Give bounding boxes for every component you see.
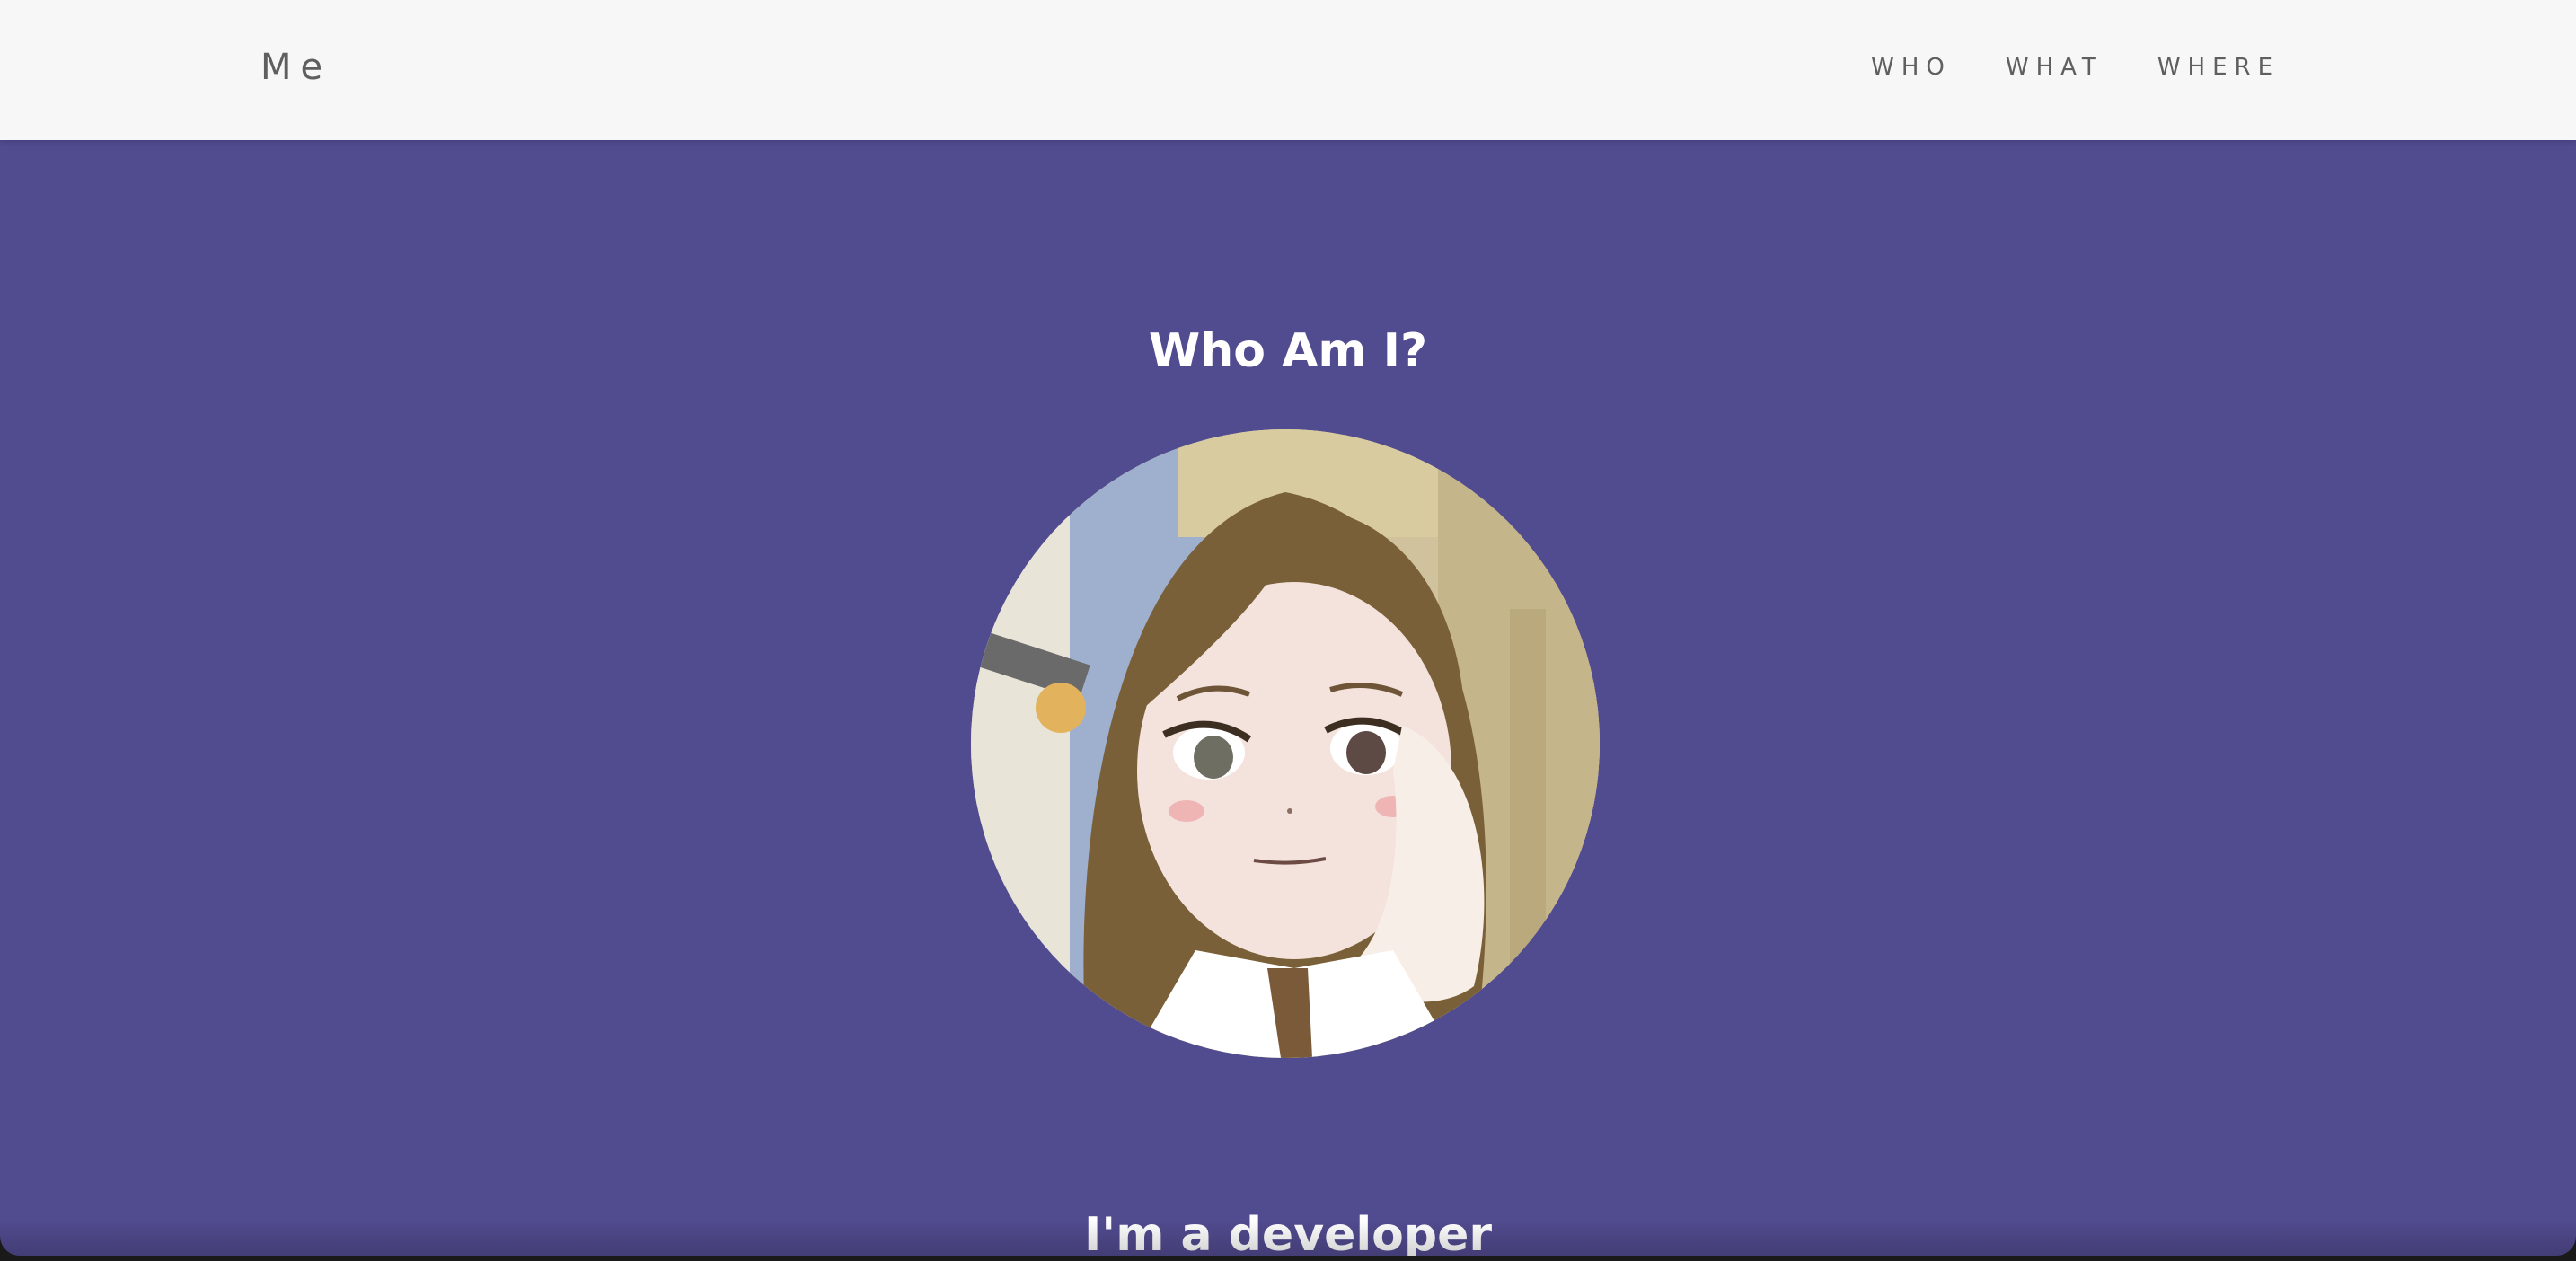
page: Me WHO WHAT WHERE Who Am I? xyxy=(0,0,2576,1256)
nav-link-where[interactable]: WHERE xyxy=(2157,54,2280,81)
nav-links: WHO WHAT WHERE xyxy=(1817,54,2280,81)
page-title: Who Am I? xyxy=(1148,323,1428,378)
brand-link[interactable]: Me xyxy=(260,47,331,88)
bottom-shade xyxy=(0,1220,2576,1256)
navbar: Me WHO WHAT WHERE xyxy=(0,0,2576,140)
anime-girl-portrait-icon xyxy=(971,429,1600,1058)
nav-link-what[interactable]: WHAT xyxy=(2006,54,2104,81)
avatar xyxy=(971,429,1600,1058)
nav-link-who[interactable]: WHO xyxy=(1871,54,1952,81)
